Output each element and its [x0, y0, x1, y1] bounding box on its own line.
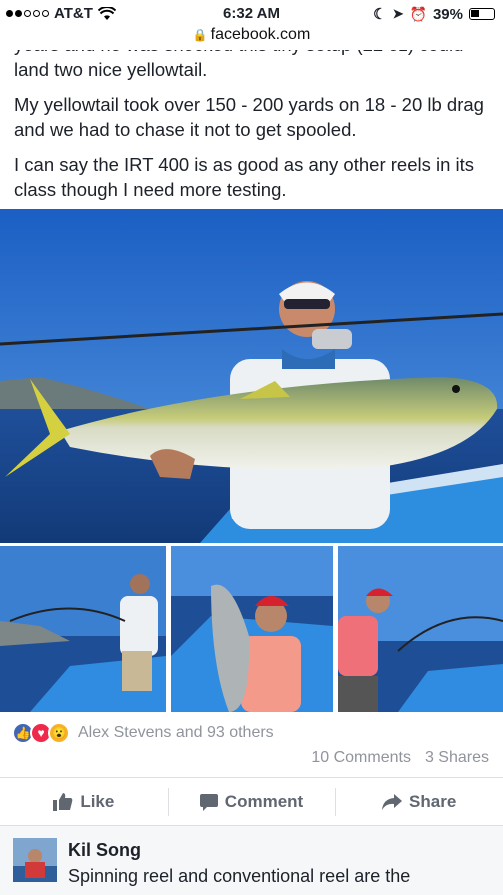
- post-main-photo[interactable]: [0, 209, 503, 543]
- avatar[interactable]: [13, 838, 57, 882]
- comment-author[interactable]: Kil Song: [68, 840, 141, 861]
- share-arrow-icon: [382, 794, 403, 810]
- location-arrow-icon: ➤: [392, 6, 404, 21]
- post-paragraph: I can say the IRT 400 is as good as any …: [14, 154, 475, 200]
- url-text: facebook.com: [210, 26, 311, 43]
- comments-count[interactable]: 10 Comments: [311, 749, 411, 767]
- post-paragraph: My yellowtail took over 150 - 200 yards …: [14, 94, 484, 140]
- battery-percent: 39%: [432, 5, 463, 23]
- battery-icon: [469, 8, 495, 20]
- post-body: years and he was shocked this tiny setup…: [0, 38, 503, 208]
- shares-count[interactable]: 3 Shares: [425, 749, 489, 767]
- moon-icon: ☾: [373, 6, 387, 23]
- share-label: Share: [409, 792, 457, 811]
- post-actions: Like Comment Share: [0, 780, 503, 824]
- share-button[interactable]: Share: [335, 780, 503, 824]
- wow-reaction-icon: 😮: [48, 722, 70, 744]
- comment-text: Spinning reel and conventional reel are …: [68, 866, 411, 886]
- divider: [0, 777, 503, 778]
- reactions-bar[interactable]: 👍 ♥ 😮 Alex Stevens and 93 others: [12, 722, 274, 744]
- status-bar: AT&T 6:32 AM ☾ ➤ ⏰ 39%: [0, 0, 503, 26]
- thumbs-up-icon: [53, 793, 73, 811]
- comment-button[interactable]: Comment: [167, 780, 336, 824]
- photo-thumbnail[interactable]: [171, 546, 333, 712]
- comment-label: Comment: [224, 792, 304, 811]
- address-bar[interactable]: 🔒 facebook.com: [0, 26, 503, 50]
- photo-thumbnail[interactable]: [338, 546, 503, 712]
- comment-icon: [199, 793, 218, 811]
- photo-thumbnails: [0, 546, 503, 712]
- alarm-icon: ⏰: [409, 5, 427, 22]
- reaction-summary: Alex Stevens and 93 others: [78, 724, 274, 741]
- like-label: Like: [80, 792, 115, 811]
- lock-icon: 🔒: [192, 28, 208, 42]
- like-button[interactable]: Like: [0, 780, 168, 824]
- photo-thumbnail[interactable]: [0, 546, 166, 712]
- comment-item: Kil Song Spinning reel and conventional …: [0, 826, 503, 895]
